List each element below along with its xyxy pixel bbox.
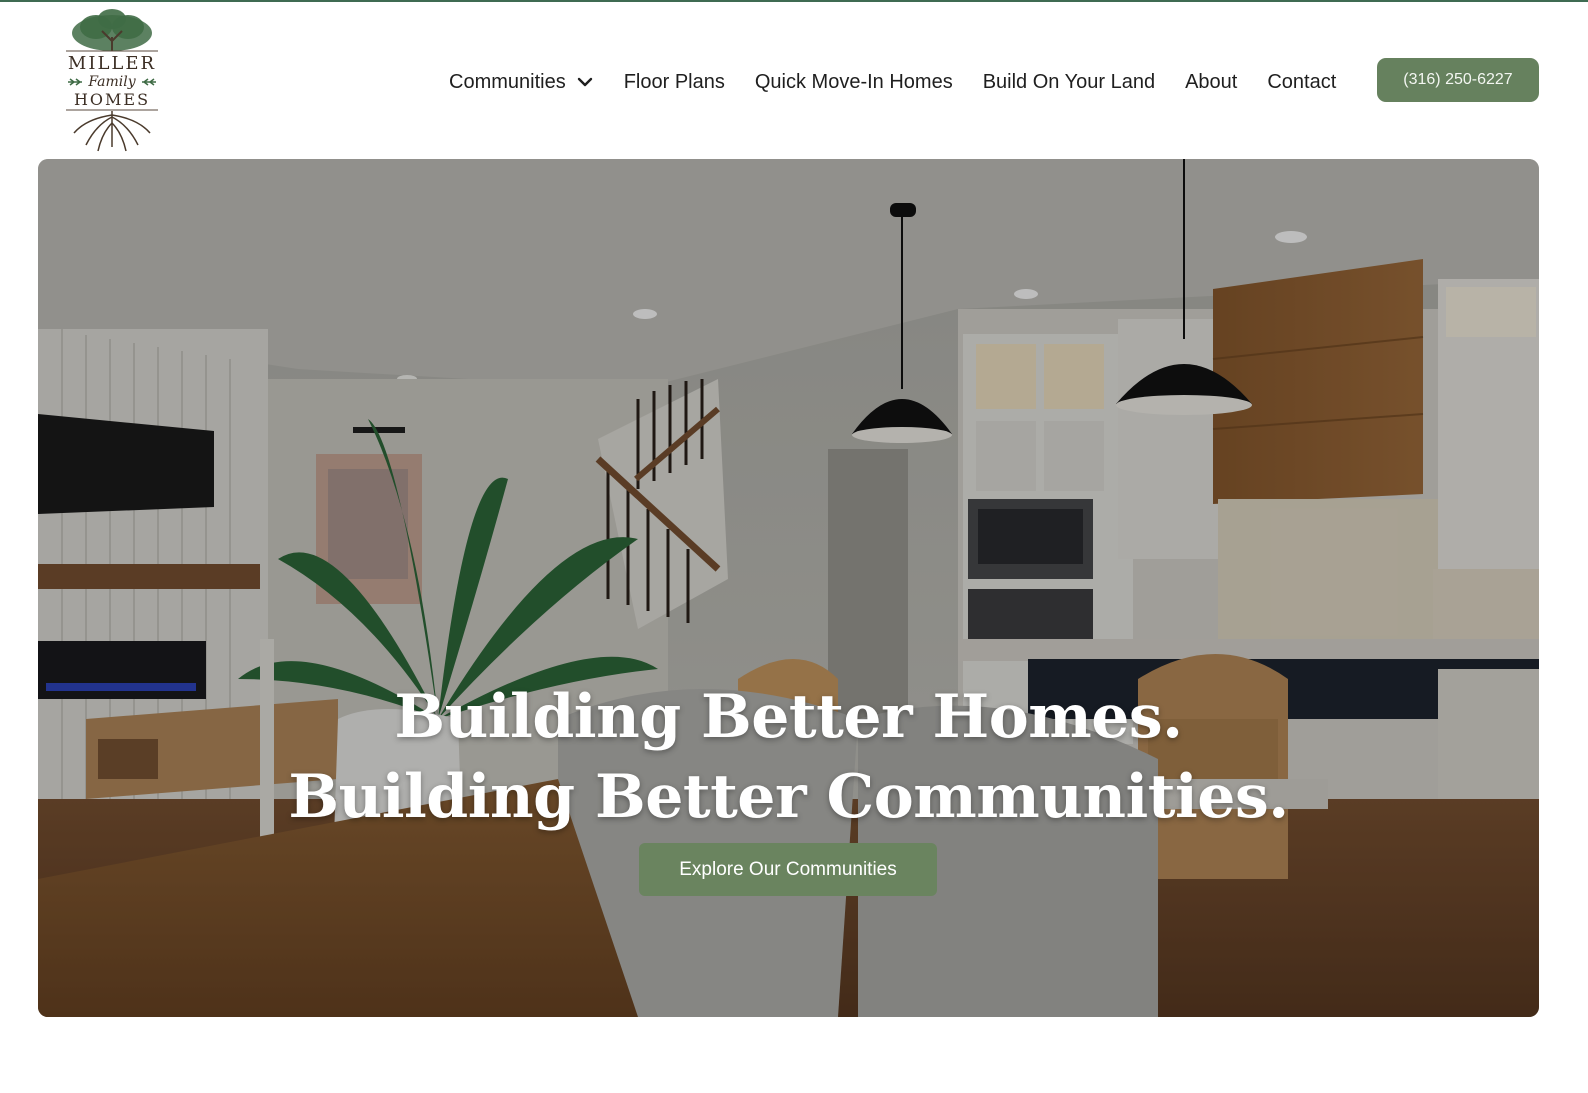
hero-headline: Building Better Homes. Building Better C… [38,677,1539,837]
phone-call-button[interactable]: (316) 250-6227 [1377,58,1539,102]
nav-contact[interactable]: Contact [1267,71,1336,94]
nav-floor-plans[interactable]: Floor Plans [624,71,725,94]
nav-communities[interactable]: Communities [449,71,594,94]
nav-build-on-your-land[interactable]: Build On Your Land [983,71,1155,94]
main-navigation: Communities Floor Plans Quick Move-In Ho… [449,60,1336,104]
miller-family-homes-logo[interactable]: MILLER Family HOMES [56,7,168,155]
nav-about[interactable]: About [1185,71,1237,94]
hero-banner: Building Better Homes. Building Better C… [38,159,1539,1017]
explore-communities-button[interactable]: Explore Our Communities [639,843,937,896]
site-header: MILLER Family HOMES Communities Floor Pl… [0,2,1588,158]
chevron-down-icon[interactable] [576,73,594,91]
logo-text-family: Family [87,74,136,90]
nav-quick-move-in-homes[interactable]: Quick Move-In Homes [755,71,953,94]
hero-headline-line-1: Building Better Homes. [394,682,1183,753]
logo-text-homes: HOMES [74,90,150,109]
logo-text-miller: MILLER [68,53,156,74]
hero-headline-line-2: Building Better Communities. [288,762,1289,833]
nav-communities-label: Communities [449,70,566,93]
